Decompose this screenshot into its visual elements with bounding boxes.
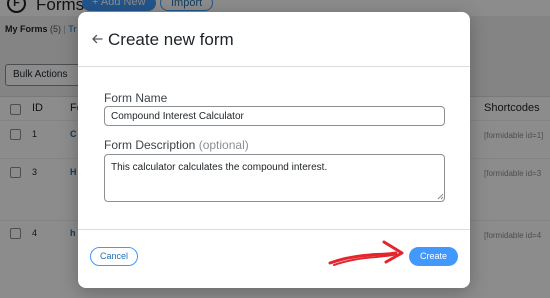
- optional-hint: (optional): [198, 138, 249, 152]
- modal-title: Create new form: [108, 30, 234, 49]
- modal-header: Create new form: [78, 12, 470, 67]
- create-form-modal: Create new form Form Name Form Descripti…: [78, 12, 470, 288]
- modal-footer-divider: [78, 229, 470, 230]
- create-button[interactable]: Create: [409, 247, 458, 266]
- resize-handle-icon[interactable]: [436, 192, 444, 200]
- cancel-button[interactable]: Cancel: [90, 247, 138, 266]
- arrow-left-icon[interactable]: [90, 32, 104, 46]
- form-name-input[interactable]: [104, 106, 445, 126]
- form-name-label: Form Name: [104, 91, 168, 105]
- annotation-arrow-icon: [328, 240, 404, 266]
- form-description-textarea[interactable]: This calculator calculates the compound …: [104, 154, 445, 202]
- form-description-label: Form Description (optional): [104, 138, 249, 152]
- form-description-label-text: Form Description: [104, 138, 196, 152]
